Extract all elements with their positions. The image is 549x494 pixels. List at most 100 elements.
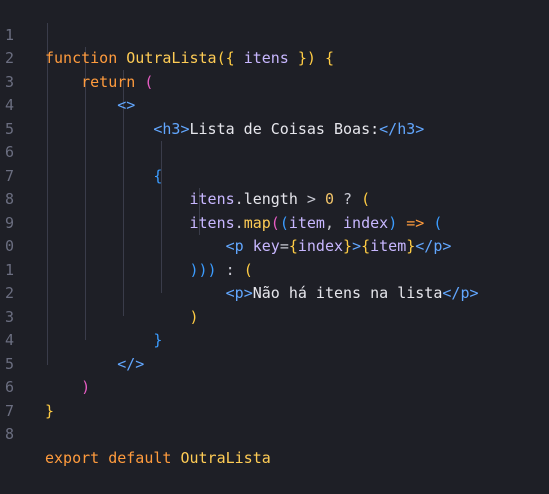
tag-bracket: > [180, 119, 190, 138]
tag-bracket: > [415, 119, 425, 138]
code-content: function OutraLista({ itens }) { [45, 47, 334, 71]
bracket: ( [361, 190, 371, 208]
bracket: ) [189, 307, 199, 326]
bracket: { [288, 237, 298, 255]
code-line[interactable]: 2 ) [0, 259, 199, 326]
variable: itens [189, 190, 235, 208]
code-content: ))) : ( [45, 259, 253, 283]
code-line[interactable]: 5 [0, 94, 36, 138]
punctuation: . [234, 190, 244, 208]
code-line[interactable]: 0 ))) : ( [0, 212, 253, 279]
bracket: { [153, 166, 163, 185]
code-line[interactable]: 6 } [0, 353, 54, 420]
parameter: itens [243, 49, 289, 67]
code-content: <h3>Lista de Coisas Boas:</h3> [45, 118, 424, 142]
bracket: } [45, 401, 55, 420]
tag-bracket: </ [442, 284, 461, 302]
function-name: OutraLista [180, 448, 271, 467]
jsx-fragment: <> [117, 96, 136, 114]
tag-name: h3 [162, 119, 181, 138]
bracket: ))) [189, 260, 217, 279]
code-content: export default OutraLista [45, 447, 271, 471]
jsx-text: Não há itens na lista [252, 284, 443, 302]
code-content: itens.map((item, index) => ( [45, 212, 443, 236]
code-line[interactable]: 4 </> [0, 306, 144, 373]
code-line[interactable]: 7 [0, 376, 36, 420]
code-line[interactable]: 3 <> [0, 47, 135, 115]
code-line[interactable]: 3 } [0, 282, 162, 350]
code-content: <> [45, 94, 135, 118]
code-line[interactable]: 1 <p>Não há itens na lista</p> [0, 235, 479, 303]
property: length [243, 190, 298, 208]
tag-bracket: </ [415, 237, 434, 255]
code-content: return ( [45, 71, 153, 95]
bracket: ( [144, 72, 154, 91]
tag-name: p [234, 284, 244, 302]
keyword: return [81, 72, 136, 91]
code-line[interactable]: 6 { [0, 118, 162, 185]
parameter: item [288, 213, 325, 232]
bracket: { [324, 49, 334, 67]
number: 0 [324, 190, 334, 208]
variable: itens [189, 213, 235, 232]
line-number: 8 [4, 425, 14, 443]
variable: item [370, 237, 407, 255]
code-content: } [45, 400, 54, 424]
jsx-fragment: </> [117, 354, 145, 373]
punctuation: , [324, 213, 334, 232]
code-line[interactable]: 5 ) [0, 329, 90, 397]
tag-bracket: > [352, 237, 362, 255]
operator: > [306, 190, 316, 208]
variable: index [297, 237, 344, 255]
code-editor[interactable]: 1 function OutraLista({ itens }) { 2 ret… [0, 0, 549, 467]
tag-bracket: > [442, 237, 452, 255]
code-content: <p key={index}>{item}</p> [45, 235, 452, 259]
arrow-operator: => [406, 213, 425, 232]
tag-bracket: < [225, 284, 235, 302]
method-name: map [243, 213, 271, 232]
tag-bracket: < [225, 237, 235, 255]
bracket: }) [297, 49, 316, 67]
code-line[interactable]: 4 <h3>Lista de Coisas Boas:</h3> [0, 71, 424, 138]
bracket: } [406, 237, 416, 255]
tag-bracket: </ [379, 119, 398, 138]
bracket: } [153, 331, 163, 349]
operator: ? [343, 190, 353, 208]
code-content: { [45, 165, 162, 189]
bracket: ( [243, 260, 253, 279]
code-content: ) [45, 376, 90, 400]
tag-name: p [234, 237, 244, 255]
code-content: </> [45, 353, 144, 377]
punctuation: . [234, 213, 244, 232]
parameter: index [343, 213, 389, 232]
operator: : [225, 260, 235, 279]
code-line[interactable]: 2 return ( [0, 24, 153, 91]
code-line[interactable]: 8 itens.map((item, index) => ( [0, 165, 442, 232]
bracket: ) [81, 378, 91, 396]
tag-bracket: > [469, 284, 479, 302]
code-line[interactable]: 9 <p key={index}>{item}</p> [0, 188, 451, 256]
bracket: ) [388, 213, 398, 232]
tag-bracket: > [243, 284, 253, 302]
bracket: ({ [216, 49, 235, 67]
keyword: default [108, 448, 172, 467]
keyword: export [45, 448, 100, 467]
code-content: itens.length > 0 ? ( [45, 188, 371, 212]
punctuation: = [279, 237, 289, 255]
code-content: } [45, 329, 162, 353]
bracket: { [361, 237, 371, 255]
keyword: function [45, 49, 118, 67]
attribute-name: key [252, 237, 280, 255]
jsx-text: Lista de Coisas Boas: [189, 119, 380, 138]
bracket: ( [279, 213, 289, 232]
function-name: OutraLista [126, 49, 217, 67]
code-line[interactable]: 7 itens.length > 0 ? ( [0, 141, 370, 209]
code-content: <p>Não há itens na lista</p> [45, 282, 479, 306]
code-line[interactable]: 8 export default OutraLista [0, 400, 271, 467]
bracket: ( [433, 213, 443, 232]
tag-name: h3 [397, 119, 416, 138]
bracket: } [343, 237, 353, 255]
code-line[interactable]: 1 function OutraLista({ itens }) { [0, 0, 334, 68]
code-content: ) [45, 306, 199, 330]
bracket: ( [270, 213, 280, 232]
